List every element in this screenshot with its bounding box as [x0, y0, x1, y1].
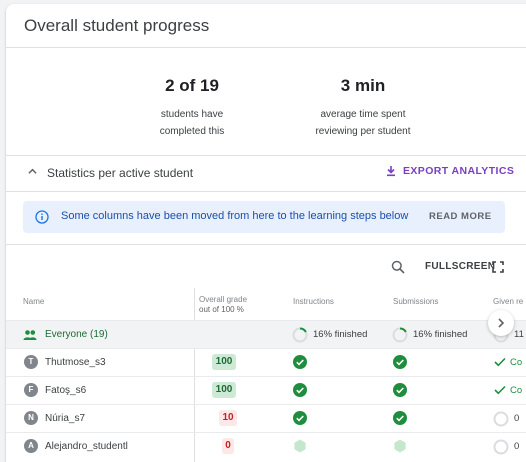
search-icon[interactable]: [391, 260, 405, 274]
banner-message: Some columns have been moved from here t…: [61, 210, 409, 222]
student-name[interactable]: Fatoş_s6: [45, 385, 86, 396]
everyone-label: Everyone (19): [45, 329, 108, 340]
table-row[interactable]: A Alejandro_studentl 0 0: [6, 432, 526, 460]
avatar: T: [24, 355, 38, 369]
avatar: N: [24, 411, 38, 425]
progress-ring-icon: [392, 327, 408, 343]
avatar: A: [24, 439, 38, 453]
info-icon: [35, 210, 49, 224]
stat-completed: 2 of 19 students have completed this: [159, 76, 225, 137]
student-name[interactable]: Alejandro_studentl: [45, 441, 128, 452]
grade-badge: 100: [212, 382, 236, 398]
column-header-grade: Overall grade out of 100 %: [199, 295, 248, 314]
check-icon: [494, 357, 506, 367]
given-status: 0: [514, 441, 520, 452]
chevron-up-icon[interactable]: [28, 167, 37, 176]
read-more-button[interactable]: READ MORE: [429, 211, 492, 222]
check-circle-icon: [393, 355, 407, 369]
export-analytics-button[interactable]: EXPORT ANALYTICS: [385, 165, 514, 177]
check-circle-icon: [393, 411, 407, 425]
hexagon-pending-icon: [394, 439, 406, 453]
avatar: F: [24, 383, 38, 397]
page-title: Overall student progress: [24, 16, 210, 35]
fullscreen-icon[interactable]: [492, 261, 504, 273]
given-percent: 11: [514, 329, 524, 340]
info-banner: Some columns have been moved from here t…: [23, 201, 505, 233]
given-status: 0: [514, 413, 520, 424]
empty-ring-icon: [493, 411, 509, 427]
table-row-everyone[interactable]: Everyone (19) 16% finished 16% finished …: [6, 320, 526, 348]
grade-badge: 0: [222, 438, 234, 454]
column-header-given: Given re: [493, 297, 524, 306]
given-status: Co: [510, 357, 523, 368]
grade-badge: 10: [219, 410, 237, 426]
check-circle-icon: [293, 355, 307, 369]
check-circle-icon: [293, 411, 307, 425]
scroll-right-button[interactable]: [488, 310, 514, 336]
column-header-name: Name: [23, 297, 45, 306]
table-row[interactable]: N Núria_s7 10 0: [6, 404, 526, 432]
table-row[interactable]: T Thutmose_s3 100 Co: [6, 348, 526, 376]
progress-ring-icon: [292, 327, 308, 343]
progress-card: Overall student progress 2 of 19 student…: [6, 4, 526, 462]
fullscreen-button[interactable]: FULLSCREEN: [425, 261, 495, 272]
given-status: Co: [510, 385, 523, 396]
chevron-right-icon: [498, 318, 505, 328]
table-row[interactable]: F Fatoş_s6 100 Co: [6, 376, 526, 404]
stat-average-time: 3 min average time spent reviewing per s…: [315, 76, 411, 137]
empty-ring-icon: [493, 439, 509, 455]
student-name[interactable]: Thutmose_s3: [45, 357, 106, 368]
hexagon-pending-icon: [294, 439, 306, 453]
check-circle-icon: [393, 383, 407, 397]
grade-badge: 100: [212, 354, 236, 370]
column-header-submissions: Submissions: [393, 297, 439, 306]
instructions-percent: 16% finished: [313, 329, 368, 340]
check-icon: [494, 385, 506, 395]
submissions-percent: 16% finished: [413, 329, 468, 340]
statistics-section-header: Statistics per active student EXPORT ANA…: [6, 155, 526, 191]
column-header-instructions: Instructions: [293, 297, 334, 306]
student-name[interactable]: Núria_s7: [45, 413, 85, 424]
check-circle-icon: [293, 383, 307, 397]
statistics-section-label[interactable]: Statistics per active student: [47, 166, 193, 180]
group-icon: [23, 330, 37, 340]
download-icon: [387, 166, 395, 177]
